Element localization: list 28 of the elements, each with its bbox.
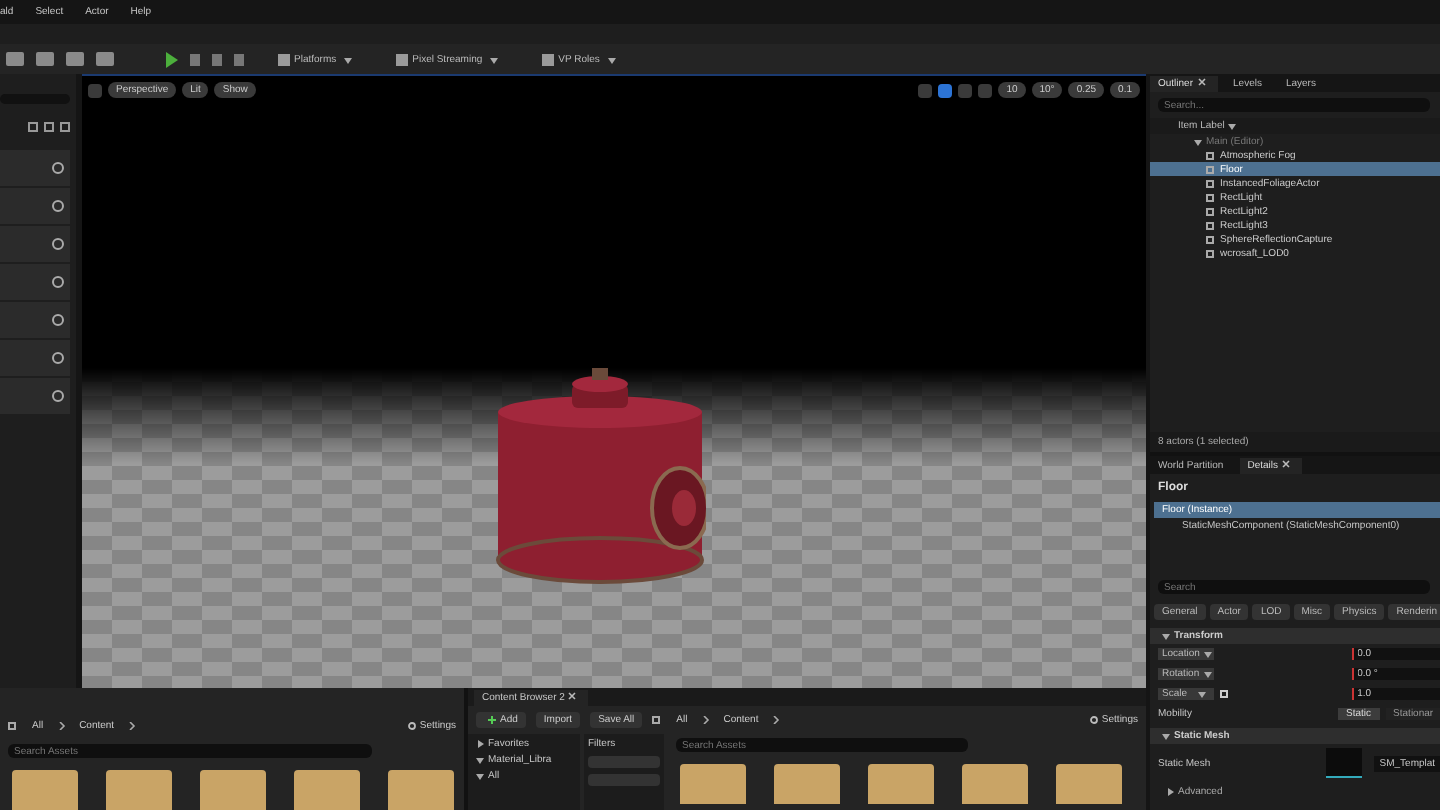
chevron-right-icon xyxy=(128,722,137,730)
caret-right-icon xyxy=(1166,787,1174,796)
plus-icon xyxy=(488,715,496,724)
caret-down-icon xyxy=(1162,731,1170,740)
chevron-right-icon xyxy=(772,716,781,724)
caret-down-icon xyxy=(1203,650,1212,658)
caret-down-icon xyxy=(1198,690,1206,698)
close-icon xyxy=(1282,460,1290,469)
caret-down-icon xyxy=(1228,121,1237,130)
caret-down-icon xyxy=(1203,670,1212,678)
caret-down-icon xyxy=(607,55,616,63)
chevron-right-icon xyxy=(701,716,710,724)
close-icon xyxy=(1197,78,1206,87)
close-icon xyxy=(568,692,577,701)
caret-down-icon xyxy=(344,55,353,63)
mesh-thumbnail xyxy=(1325,748,1362,778)
category-row[interactable] xyxy=(0,264,70,300)
category-row[interactable] xyxy=(0,188,70,224)
category-row[interactable] xyxy=(0,226,70,262)
category-row[interactable] xyxy=(0,378,70,414)
chevron-right-icon xyxy=(57,722,66,730)
category-row[interactable] xyxy=(0,340,70,376)
caret-right-icon xyxy=(476,739,484,748)
stop-icon[interactable] xyxy=(212,53,222,65)
category-row[interactable] xyxy=(0,302,70,338)
caret-down-icon xyxy=(1162,631,1170,640)
category-row[interactable] xyxy=(0,150,70,186)
caret-down-icon xyxy=(490,55,499,63)
